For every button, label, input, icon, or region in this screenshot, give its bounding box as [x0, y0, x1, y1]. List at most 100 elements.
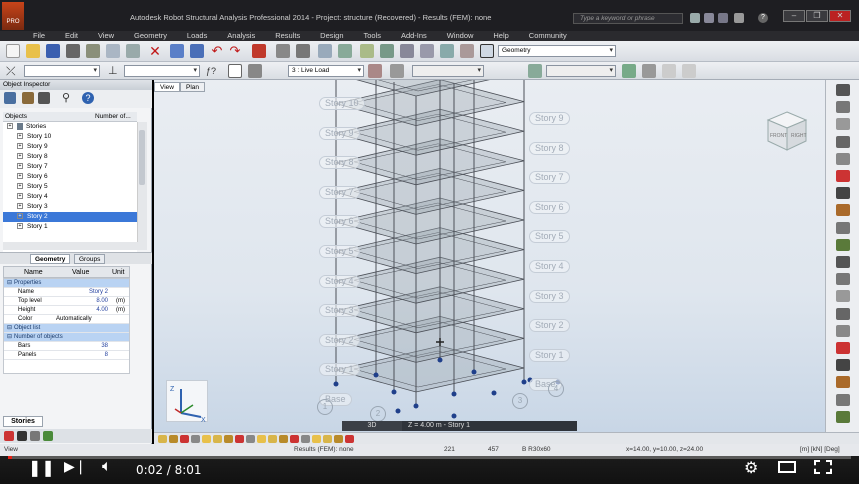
layout-icon[interactable]	[480, 44, 494, 58]
minimize-icon[interactable]: –	[783, 10, 805, 22]
plate-icon[interactable]	[836, 118, 850, 131]
menu-analysis[interactable]: Analysis	[218, 31, 264, 41]
story-label-left[interactable]: Story 8	[319, 156, 360, 170]
load-case-icon[interactable]	[228, 64, 242, 78]
stories-icon[interactable]	[17, 431, 27, 441]
load-case-select[interactable]: 3 : Live Load	[288, 65, 364, 77]
tab-stories[interactable]: Stories	[3, 416, 43, 427]
combination-icon[interactable]	[836, 290, 850, 303]
print-icon[interactable]	[66, 44, 80, 58]
property-section[interactable]: ⊟ Number of objects	[4, 333, 129, 342]
selection-icon[interactable]: ⤫	[6, 64, 20, 78]
bar-icon[interactable]	[836, 101, 850, 114]
view-mode-label[interactable]: 3D	[342, 421, 402, 431]
offset-icon[interactable]	[836, 273, 850, 286]
calculation-icon[interactable]	[252, 44, 266, 58]
theater-mode-icon[interactable]	[778, 461, 796, 473]
report-icon[interactable]	[836, 393, 850, 406]
print-preview-icon[interactable]	[106, 44, 120, 58]
property-row[interactable]: Bars 38	[4, 342, 129, 351]
tree-item[interactable]: + Story 8	[3, 152, 137, 162]
collapse-icon[interactable]: ⊟	[7, 279, 12, 288]
restore-icon[interactable]: ❐	[806, 10, 828, 22]
green-arrow-icon[interactable]	[622, 64, 636, 78]
tree-horizontal-scrollbar[interactable]	[3, 242, 147, 250]
property-section[interactable]: ⊟ Properties	[4, 279, 129, 288]
mode-combo[interactable]	[412, 65, 484, 77]
structure-view-icon[interactable]	[528, 64, 542, 78]
support-icon[interactable]	[836, 170, 850, 182]
layout-select[interactable]: Geometry	[498, 45, 616, 57]
star-icon[interactable]	[734, 13, 744, 23]
tree-item[interactable]: + Story 7	[3, 162, 137, 172]
menu-design[interactable]: Design	[311, 31, 352, 41]
menu-loads[interactable]: Loads	[178, 31, 216, 41]
display-option-icon[interactable]	[180, 435, 189, 443]
menu-results[interactable]: Results	[266, 31, 309, 41]
export-icon[interactable]	[836, 410, 850, 423]
model-viewport[interactable]: View Plan Story 10 Story 9 Story 8 Story 7 St…	[154, 80, 825, 432]
panel-icon[interactable]	[836, 135, 850, 148]
zoom-window-icon[interactable]	[338, 44, 352, 58]
node-selection-combo[interactable]	[24, 65, 100, 77]
fullscreen-icon[interactable]	[814, 460, 832, 474]
load-icon[interactable]	[836, 238, 850, 251]
rotate-icon[interactable]	[420, 44, 434, 58]
display-option-icon[interactable]	[290, 435, 299, 443]
release-icon[interactable]	[836, 204, 850, 217]
tree-item[interactable]: + Story 6	[3, 172, 137, 182]
menu-file[interactable]: File	[24, 31, 54, 41]
expand-icon[interactable]: +	[17, 193, 23, 200]
expand-icon[interactable]: +	[17, 143, 23, 150]
display-option-icon[interactable]	[213, 435, 222, 443]
display-option-icon[interactable]	[158, 435, 167, 443]
display-option-icon[interactable]	[334, 435, 343, 443]
expand-icon[interactable]: +	[17, 163, 23, 170]
section-icon[interactable]	[836, 187, 850, 200]
video-progress-bar[interactable]	[8, 456, 851, 459]
expand-icon[interactable]: +	[17, 183, 23, 190]
refresh-icon[interactable]	[682, 64, 696, 78]
layer-icon[interactable]	[4, 431, 14, 441]
tree-item[interactable]: + Story 4	[3, 192, 137, 202]
collapse-icon[interactable]: ⊟	[7, 324, 12, 333]
story-label-right[interactable]: Story 9	[529, 112, 570, 125]
preferences-icon[interactable]	[460, 44, 474, 58]
story-label-right[interactable]: Story 3	[529, 289, 570, 303]
story-label-right[interactable]: Story 4	[529, 260, 570, 273]
steel-icon[interactable]	[836, 376, 850, 389]
case-selection-icon[interactable]: ƒ?	[206, 64, 220, 78]
story-label-left[interactable]: Story 2	[319, 333, 360, 347]
menu-tools[interactable]: Tools	[354, 31, 390, 41]
property-value[interactable]: 8	[56, 351, 108, 360]
tree-item[interactable]: + Story 5	[3, 182, 137, 192]
expand-icon[interactable]: +	[17, 203, 23, 210]
view-3d-icon[interactable]	[400, 44, 414, 58]
display-option-icon[interactable]	[224, 435, 233, 443]
search-icon[interactable]: ⚲	[62, 92, 74, 104]
calc-icon[interactable]	[836, 342, 850, 354]
tree-item[interactable]: + Story 10	[3, 132, 137, 142]
zoom-icon[interactable]	[318, 44, 332, 58]
expand-icon[interactable]: +	[7, 123, 13, 130]
viewcube[interactable]: FRONT RIGHT	[764, 108, 810, 154]
filter-icon[interactable]	[4, 92, 16, 104]
menu-view[interactable]: View	[89, 31, 123, 41]
cut-icon[interactable]	[170, 44, 184, 58]
story-label-left[interactable]: Story 1	[319, 363, 360, 377]
binoculars-icon[interactable]	[690, 13, 700, 23]
story-label-left[interactable]: Story 6	[319, 215, 360, 229]
display-option-icon[interactable]	[301, 435, 310, 443]
display-option-icon[interactable]	[345, 435, 354, 443]
tab-geometry[interactable]: Geometry	[30, 254, 71, 264]
property-row[interactable]: Height 4.00 (m)	[4, 306, 129, 315]
expand-icon[interactable]: +	[17, 153, 23, 160]
expand-icon[interactable]: +	[17, 223, 23, 230]
app-logo[interactable]: PRO	[2, 2, 24, 30]
cable-icon[interactable]	[836, 256, 850, 268]
story-label-right[interactable]: Story 8	[529, 141, 570, 155]
close-icon[interactable]: ✕	[829, 10, 851, 22]
display-icon[interactable]	[296, 44, 310, 58]
story-label-right[interactable]: Story 1	[529, 348, 570, 362]
table-icon[interactable]	[276, 44, 290, 58]
